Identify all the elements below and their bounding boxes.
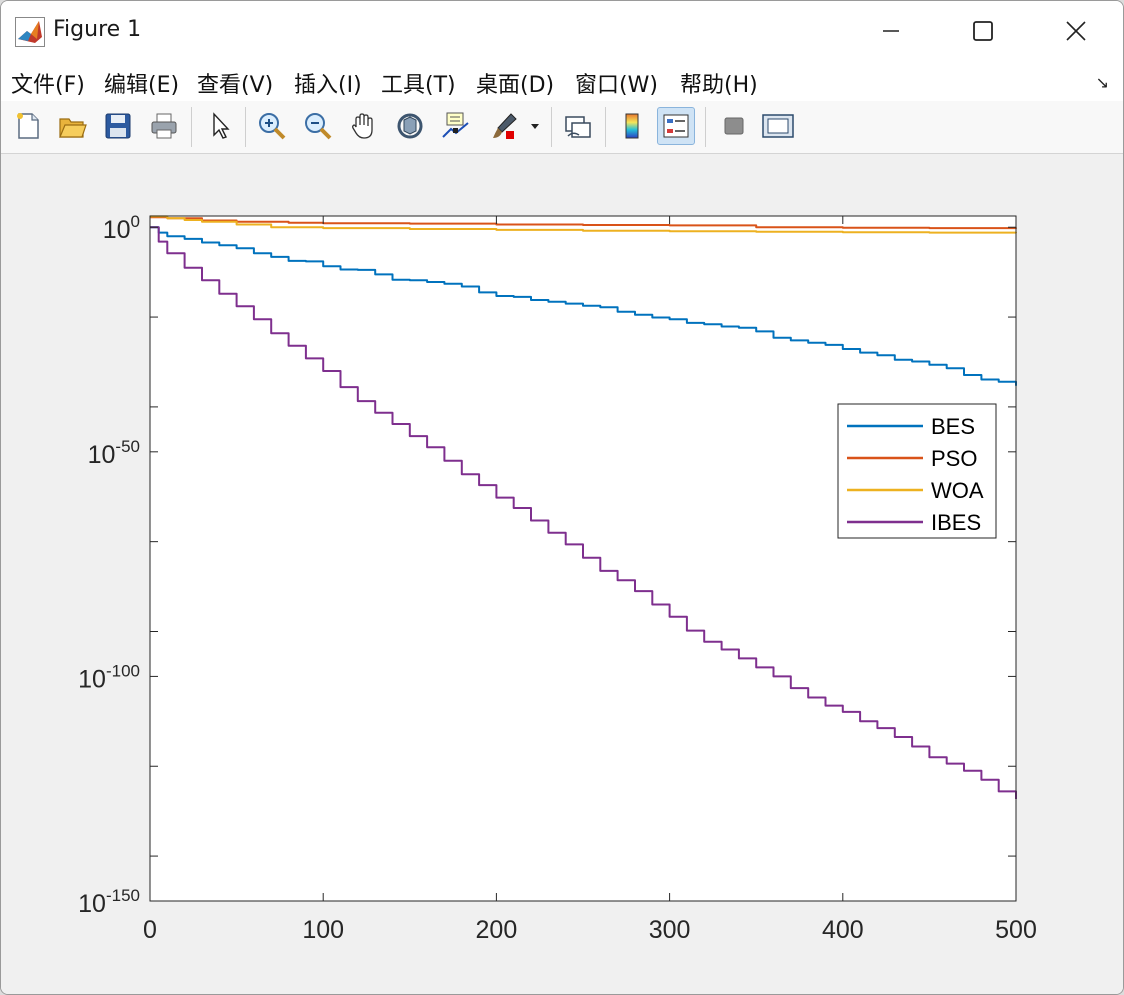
legend[interactable]: BES PSO WOA IBES [837, 403, 997, 539]
y-tick-label: 10-100 [78, 661, 140, 693]
toolbar-separator [191, 107, 192, 147]
brush-icon [493, 113, 517, 139]
x-tick-label: 0 [143, 916, 157, 944]
expand-toolstrip-icon[interactable]: ↘ [1096, 73, 1109, 92]
menu-window[interactable]: 窗口(W) [575, 67, 658, 99]
show-plot-tools-icon [762, 114, 794, 138]
minimize-button[interactable] [844, 1, 938, 61]
x-tick-label: 100 [302, 916, 344, 944]
x-tick-label: 300 [649, 916, 691, 944]
print-button[interactable] [145, 107, 183, 145]
save-icon [105, 113, 131, 139]
menu-help[interactable]: 帮助(H) [680, 67, 758, 99]
toolbar-separator [705, 107, 706, 147]
zoom-out-button[interactable] [299, 107, 337, 145]
legend-label-bes: BES [931, 414, 975, 439]
menu-desktop[interactable]: 桌面(D) [476, 67, 554, 99]
insert-colorbar-button[interactable] [613, 107, 651, 145]
hide-plot-tools-button[interactable] [715, 107, 753, 145]
zoom-in-icon [259, 113, 286, 140]
figure-toolbar [1, 101, 1123, 154]
y-tick-labels: 100 10-50 10-100 10-150 [78, 212, 140, 918]
show-plot-tools-button[interactable] [759, 107, 797, 145]
pan-hand-icon [352, 113, 373, 139]
legend-label-pso: PSO [931, 446, 977, 471]
close-icon [1066, 21, 1086, 41]
x-tick-label: 200 [476, 916, 518, 944]
chevron-down-icon [531, 124, 539, 129]
close-button[interactable] [1029, 1, 1123, 61]
link-plot-button[interactable] [559, 107, 597, 145]
matlab-logo-icon [15, 17, 45, 47]
menu-bar: 文件(F) 编辑(E) 查看(V) 插入(I) 工具(T) 桌面(D) 窗口(W… [1, 61, 1123, 102]
window-title: Figure 1 [53, 17, 142, 42]
x-tick-label: 500 [995, 916, 1037, 944]
print-icon [151, 113, 177, 139]
link-plot-icon [565, 116, 591, 138]
zoom-in-button[interactable] [253, 107, 291, 145]
save-button[interactable] [99, 107, 137, 145]
zoom-out-icon [305, 113, 332, 140]
brush-button[interactable] [485, 107, 523, 145]
menu-file[interactable]: 文件(F) [11, 67, 85, 99]
x-tick-labels: 0 100 200 300 400 500 [143, 916, 1037, 944]
maximize-button[interactable] [936, 1, 1030, 61]
colorbar-icon [625, 113, 639, 139]
figure-window: Figure 1 文件(F) 编辑(E) 查看(V) 插入(I) 工具(T) 桌… [0, 0, 1124, 995]
data-cursor-icon [442, 112, 469, 138]
new-figure-icon [17, 113, 39, 139]
rotate-3d-icon [397, 113, 423, 139]
hide-plot-tools-icon [724, 117, 744, 135]
legend-icon [663, 114, 689, 138]
maximize-icon [973, 21, 993, 41]
x-tick-label: 400 [822, 916, 864, 944]
menu-insert[interactable]: 插入(I) [294, 67, 362, 99]
toolbar-separator [551, 107, 552, 147]
toolbar-separator [605, 107, 606, 147]
edit-plot-button[interactable] [201, 107, 239, 145]
edit-plot-arrow-icon [213, 112, 230, 139]
legend-label-ibes: IBES [931, 510, 981, 535]
y-tick-label: 10-150 [78, 886, 140, 918]
minimize-icon [883, 30, 899, 32]
insert-legend-button[interactable] [657, 107, 695, 145]
data-cursor-button[interactable] [437, 107, 475, 145]
pan-button[interactable] [345, 107, 383, 145]
toolbar-separator [245, 107, 246, 147]
menu-view[interactable]: 查看(V) [197, 67, 273, 99]
open-file-icon [59, 118, 87, 138]
brush-dropdown-button[interactable] [525, 107, 545, 145]
y-tick-label: 10-50 [88, 437, 140, 469]
legend-label-woa: WOA [931, 478, 984, 503]
open-file-button[interactable] [53, 107, 91, 145]
menu-edit[interactable]: 编辑(E) [104, 67, 179, 99]
figure-canvas: 0 100 200 300 400 500 100 10-50 10-100 10-150 BE… [1, 154, 1123, 994]
convergence-chart[interactable]: 0 100 200 300 400 500 100 10-50 10-100 10-150 BE… [1, 154, 1123, 994]
rotate-3d-button[interactable] [391, 107, 429, 145]
y-tick-label: 100 [103, 212, 140, 244]
title-bar: Figure 1 [1, 1, 1123, 61]
menu-tools[interactable]: 工具(T) [381, 67, 456, 99]
new-figure-button[interactable] [9, 107, 47, 145]
